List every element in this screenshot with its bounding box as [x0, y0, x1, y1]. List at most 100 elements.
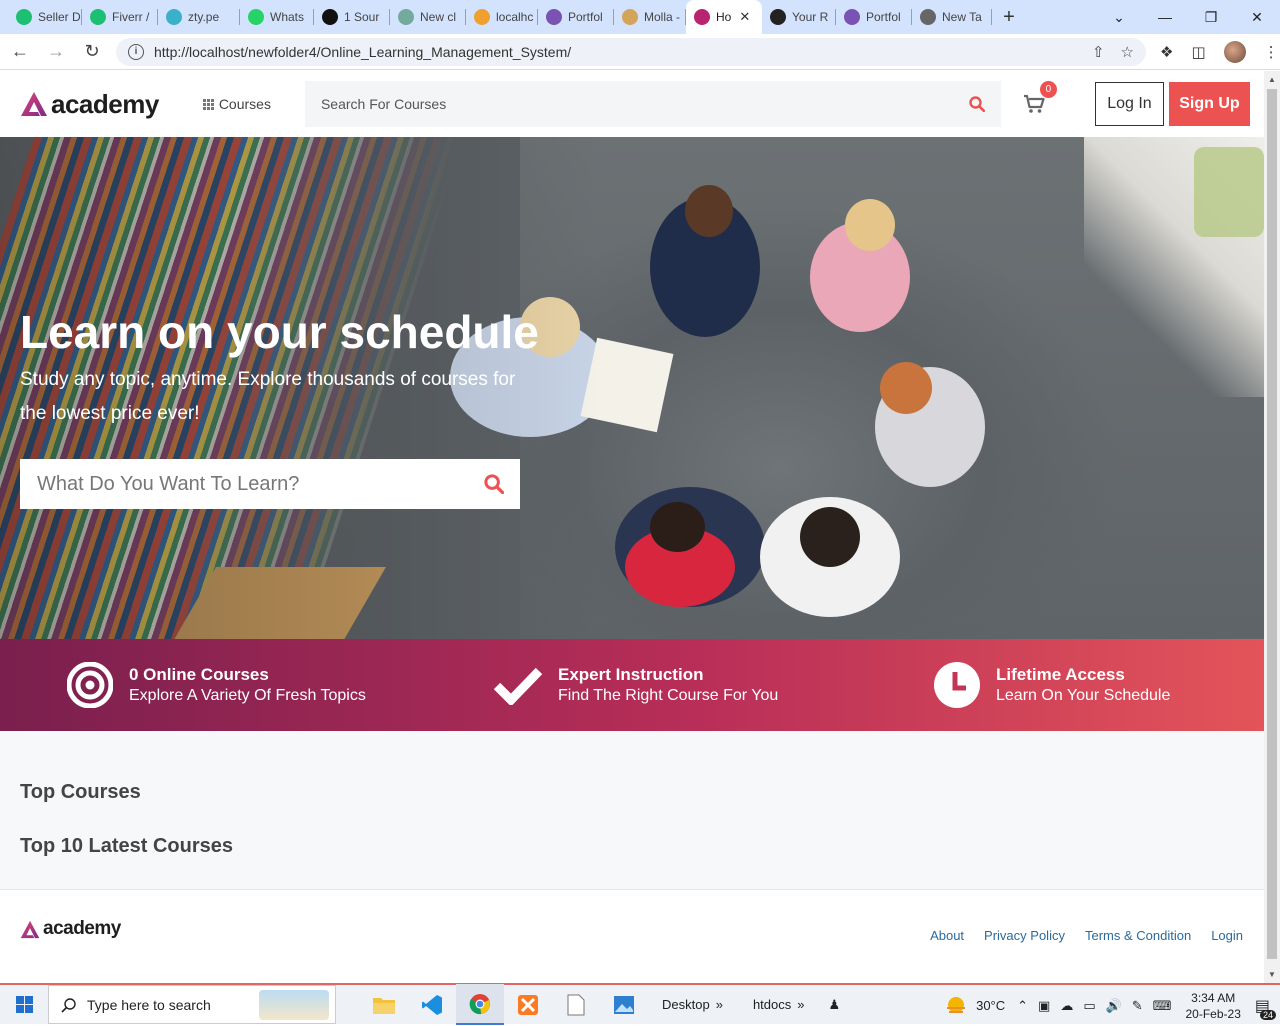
browser-tab[interactable]: Portfol: [538, 0, 614, 34]
htdocs-toolbar-label[interactable]: htdocs: [753, 997, 791, 1012]
system-tray: 30°C ⌃ ▣ ☁ ▭ 🔊 ✎ ⌨ 3:34 AM 20-Feb-23 ▤ 24: [944, 985, 1280, 1026]
scroll-up-arrow-icon[interactable]: ▲: [1268, 75, 1276, 84]
desktop-toolbar-label[interactable]: Desktop: [662, 997, 710, 1012]
extensions-puzzle-icon[interactable]: ❖: [1160, 43, 1173, 61]
pen-icon[interactable]: ✎: [1132, 998, 1143, 1014]
footer-link-terms[interactable]: Terms & Condition: [1085, 928, 1191, 943]
browser-tab-title: Ho: [716, 10, 732, 24]
courses-label: Courses: [218, 96, 271, 112]
site-info-icon[interactable]: i: [128, 43, 144, 60]
browser-tab[interactable]: 1 Sour: [314, 0, 390, 34]
cart-button[interactable]: 0: [1019, 81, 1057, 119]
latest-courses-heading: Top 10 Latest Courses: [20, 835, 234, 857]
signup-button[interactable]: Sign Up: [1168, 82, 1250, 126]
academy-logo-icon: [21, 92, 47, 116]
new-tab-button[interactable]: +: [992, 6, 1026, 29]
browser-tab[interactable]: Seller D: [8, 0, 82, 34]
browser-tab-bar: Seller D Fiverr / zty.pe Whats 1 Sour New cl l…: [0, 0, 1280, 34]
clock[interactable]: 3:34 AM 20-Feb-23: [1186, 990, 1241, 1022]
browser-tab[interactable]: New cl: [390, 0, 466, 34]
close-tab-icon[interactable]: ✕: [739, 9, 750, 25]
start-button[interactable]: [0, 984, 48, 1025]
close-window-button[interactable]: ✕: [1234, 0, 1280, 34]
browser-tab-title: New cl: [420, 10, 457, 24]
login-button[interactable]: Log In: [1094, 82, 1164, 126]
search-icon[interactable]: [969, 96, 985, 112]
browser-tab[interactable]: Your R: [762, 0, 836, 34]
scrollbar-thumb[interactable]: [1267, 89, 1277, 959]
feature-title: Lifetime Access: [996, 665, 1125, 684]
browser-tab-title: zty.pe: [188, 10, 220, 24]
document-icon[interactable]: [552, 984, 600, 1025]
address-bar-row: ← → ↻ i http://localhost/newfolder4/Onli…: [0, 34, 1280, 70]
main-content: Top Courses Top 10 Latest Courses: [0, 731, 1264, 889]
display-icon[interactable]: ▭: [1083, 998, 1095, 1014]
network-icon[interactable]: ☁: [1060, 998, 1073, 1014]
footer-link-login[interactable]: Login: [1211, 928, 1243, 943]
temperature[interactable]: 30°C: [976, 998, 1005, 1013]
browser-tab[interactable]: Ho ✕: [686, 0, 762, 34]
hero-search-placeholder: What Do You Want To Learn?: [37, 472, 300, 495]
notification-icon[interactable]: ▤ 24: [1255, 996, 1276, 1020]
hero-search-input[interactable]: What Do You Want To Learn?: [20, 459, 520, 509]
cart-count-badge: 0: [1039, 81, 1057, 98]
profile-avatar[interactable]: [1223, 40, 1246, 63]
weather-sun-icon[interactable]: [944, 995, 968, 1017]
page-scrollbar[interactable]: ▲ ▼: [1264, 71, 1280, 983]
volume-icon[interactable]: 🔊: [1106, 998, 1122, 1014]
child-figure: [880, 362, 932, 414]
back-button[interactable]: ←: [4, 36, 36, 68]
site-footer: academy About Privacy Policy Terms & Con…: [0, 889, 1264, 983]
keyboard-icon[interactable]: ⌨: [1153, 998, 1172, 1014]
footer-link-privacy[interactable]: Privacy Policy: [984, 928, 1065, 943]
footer-logo[interactable]: academy: [20, 918, 121, 940]
scroll-down-arrow-icon[interactable]: ▼: [1268, 970, 1276, 979]
clock-date: 20-Feb-23: [1185, 1006, 1241, 1021]
browser-tab[interactable]: New Ta: [912, 0, 992, 34]
taskbar-search-input[interactable]: Type here to search: [48, 985, 336, 1024]
tab-search-icon[interactable]: ⌄: [1096, 0, 1142, 34]
forward-button[interactable]: →: [40, 36, 72, 68]
browser-tab[interactable]: Whats: [240, 0, 314, 34]
browser-tab[interactable]: Portfol: [836, 0, 912, 34]
browser-tab[interactable]: Fiverr /: [82, 0, 158, 34]
browser-tab[interactable]: zty.pe: [158, 0, 240, 34]
more-menu-icon[interactable]: ⋮: [1264, 43, 1279, 61]
reload-button[interactable]: ↻: [76, 36, 108, 68]
restore-button[interactable]: ❐: [1188, 0, 1234, 34]
windows-logo-icon: [15, 996, 33, 1013]
child-figure: [800, 507, 860, 567]
courses-menu[interactable]: Courses: [202, 96, 271, 112]
site-logo[interactable]: academy: [20, 89, 159, 120]
cart-icon: [1023, 94, 1045, 113]
vscode-icon[interactable]: [408, 984, 456, 1025]
browser-tab[interactable]: localhc: [466, 0, 538, 34]
hero-subtitle: Study any topic, anytime. Explore thousa…: [20, 369, 516, 424]
chevron-icon[interactable]: »: [716, 997, 723, 1012]
feature-title: 0 Online Courses: [129, 665, 269, 684]
browser-tab[interactable]: Molla -: [614, 0, 686, 34]
chrome-icon[interactable]: [456, 984, 504, 1025]
side-panel-icon[interactable]: ◫: [1191, 43, 1205, 61]
hero-search-icon[interactable]: [484, 474, 504, 494]
file-explorer-icon[interactable]: [360, 984, 408, 1025]
share-icon[interactable]: ⇧: [1092, 43, 1105, 61]
fiverr-icon: [16, 9, 32, 25]
browser-tab-title: Fiverr /: [112, 10, 150, 24]
minimize-button[interactable]: —: [1142, 0, 1188, 34]
photos-icon[interactable]: [600, 984, 648, 1025]
show-hidden-icons-icon[interactable]: ⌃: [1017, 998, 1028, 1014]
github-icon: [770, 9, 786, 25]
course-search-input[interactable]: Search For Courses: [304, 81, 1001, 127]
browser-tab-title: localhc: [496, 10, 534, 24]
xampp-icon[interactable]: [504, 984, 552, 1025]
bookmark-star-icon[interactable]: ☆: [1121, 43, 1134, 61]
people-icon[interactable]: ♟: [828, 997, 840, 1013]
meet-icon[interactable]: ▣: [1038, 998, 1050, 1014]
chevron-icon[interactable]: »: [797, 997, 804, 1012]
browser-tab-title: Portfol: [568, 10, 603, 24]
footer-link-about[interactable]: About: [930, 928, 964, 943]
url-bar[interactable]: i http://localhost/newfolder4/Online_Lea…: [116, 37, 1146, 66]
feature-subtitle: Explore A Variety Of Fresh Topics: [129, 687, 366, 704]
features-band: 0 Online Courses Explore A Variety Of Fr…: [0, 639, 1264, 731]
